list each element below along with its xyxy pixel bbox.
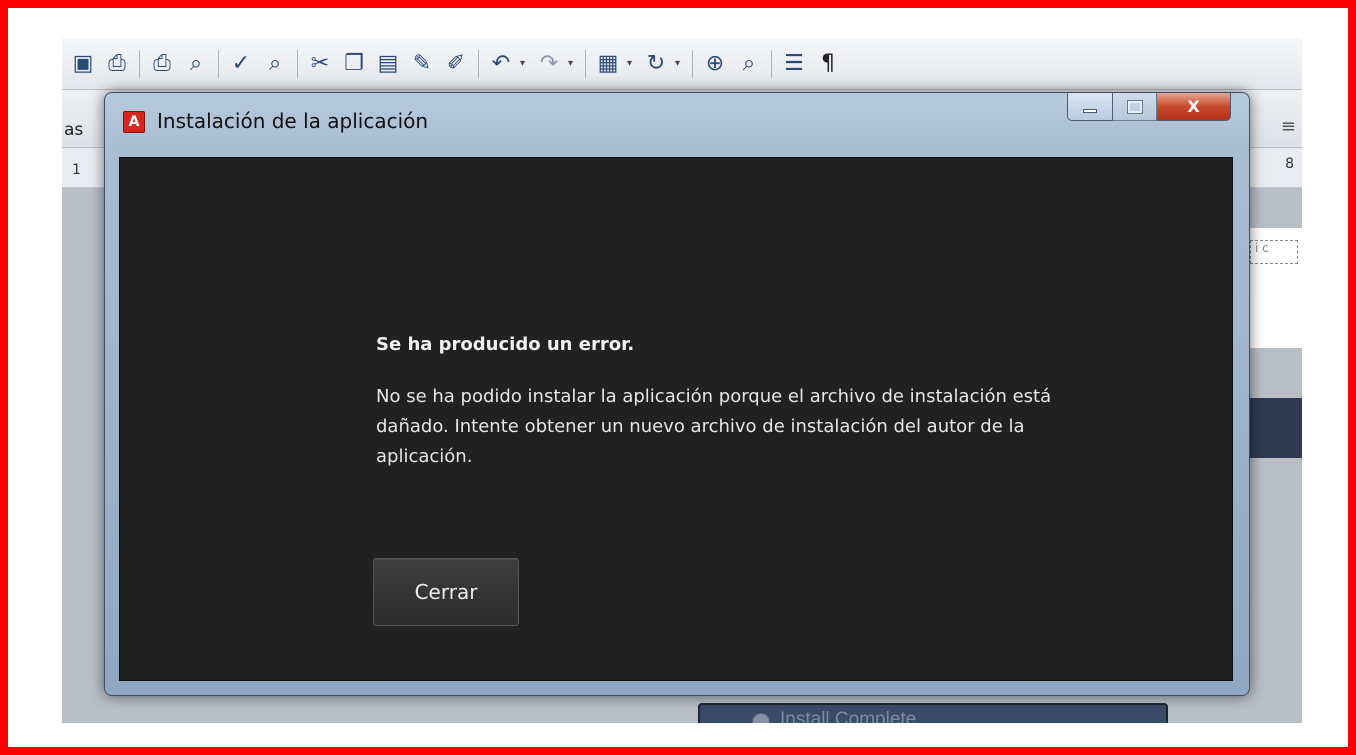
status-radio-icon xyxy=(752,713,770,723)
brush-icon[interactable]: ✐ xyxy=(441,49,471,79)
installer-status-panel: Install Complete xyxy=(698,703,1168,723)
toolbar-separator xyxy=(771,49,772,78)
error-message: No se ha podido instalar la aplicación p… xyxy=(376,386,1052,467)
toolbar-separator xyxy=(692,49,693,78)
cut-icon[interactable]: ✂ xyxy=(305,49,335,79)
format-painter-icon[interactable]: ✎ xyxy=(407,49,437,79)
maximize-button[interactable] xyxy=(1113,93,1157,121)
dialog-title: Instalación de la aplicación xyxy=(157,109,429,133)
permission-icon[interactable]: ⎙ xyxy=(102,49,132,79)
text-boundary: i c xyxy=(1250,240,1298,264)
close-icon: X xyxy=(1187,97,1200,116)
document-map-icon[interactable]: ⌕ xyxy=(734,49,764,79)
screenshot-frame: ▣ ⎙ ⎙ ⌕ ✓ ⌕ ✂ ❐ ▤ ✎ ✐ ↶ ▾ ↷ ▾ ▦ ▾ ↻ ▾ ⊕ xyxy=(0,0,1356,755)
ruler-right-mark: 8 xyxy=(1285,156,1294,172)
insert-icon[interactable]: ▦ xyxy=(593,49,623,79)
pilcrow-icon[interactable]: ¶ xyxy=(813,49,843,79)
installer-dialog: A Instalación de la aplicación X Se ha p… xyxy=(104,92,1250,696)
hyperlink-icon[interactable]: ⊕ xyxy=(700,49,730,79)
formatting-toolbar-text: as xyxy=(64,120,84,140)
paste-icon[interactable]: ▤ xyxy=(373,49,403,79)
error-heading: Se ha producido un error. xyxy=(376,334,635,355)
toolbar-separator xyxy=(218,49,219,78)
copy-icon[interactable]: ❐ xyxy=(339,49,369,79)
installer-banner xyxy=(1242,398,1302,458)
align-icon[interactable]: ≡ xyxy=(1281,116,1296,137)
toolbar-separator xyxy=(478,49,479,78)
install-complete-label: Install Complete xyxy=(780,709,917,723)
minimize-button[interactable] xyxy=(1067,93,1113,121)
ruler-left-mark: 1 xyxy=(72,162,81,178)
spellcheck-icon[interactable]: ✓ xyxy=(226,49,256,79)
caption-buttons: X xyxy=(1067,93,1231,123)
undo-icon[interactable]: ↶ xyxy=(486,49,516,79)
maximize-icon xyxy=(1126,99,1143,114)
minimize-icon xyxy=(1083,108,1097,113)
research-icon[interactable]: ⌕ xyxy=(260,49,290,79)
dialog-content: Se ha producido un error. No se ha podid… xyxy=(119,157,1233,681)
print-preview-icon[interactable]: ⌕ xyxy=(181,49,211,79)
refresh-dropdown-icon[interactable]: ▾ xyxy=(675,58,685,69)
toolbar-separator xyxy=(139,49,140,78)
cerrar-button[interactable]: Cerrar xyxy=(373,558,519,626)
redo-dropdown-icon[interactable]: ▾ xyxy=(568,58,578,69)
refresh-icon[interactable]: ↻ xyxy=(641,49,671,79)
redo-icon[interactable]: ↷ xyxy=(534,49,564,79)
print-icon[interactable]: ⎙ xyxy=(147,49,177,79)
save-icon[interactable]: ▣ xyxy=(68,49,98,79)
undo-dropdown-icon[interactable]: ▾ xyxy=(520,58,530,69)
insert-dropdown-icon[interactable]: ▾ xyxy=(627,58,637,69)
toolbar-separator xyxy=(585,49,586,78)
adobe-air-icon: A xyxy=(123,111,145,133)
window-close-button[interactable]: X xyxy=(1157,93,1231,121)
columns-icon[interactable]: ☰ xyxy=(779,49,809,79)
toolbar-separator xyxy=(297,49,298,78)
standard-toolbar: ▣ ⎙ ⎙ ⌕ ✓ ⌕ ✂ ❐ ▤ ✎ ✐ ↶ ▾ ↷ ▾ ▦ ▾ ↻ ▾ ⊕ xyxy=(62,38,1302,90)
